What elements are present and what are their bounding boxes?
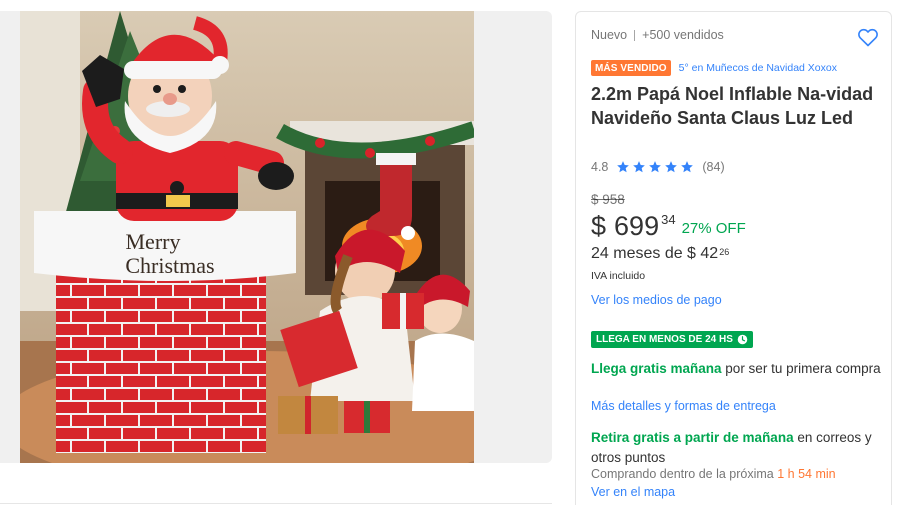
countdown-prefix: Comprando dentro de la próxima xyxy=(591,467,778,481)
star-icon xyxy=(681,161,694,173)
sold-count: +500 vendidos xyxy=(642,28,724,42)
condition-label: Nuevo xyxy=(591,28,628,42)
shipping-info: Llega gratis mañana por ser tu primera c… xyxy=(591,359,881,379)
rating-count: (84) xyxy=(702,160,725,174)
fast-delivery-badge: LLEGA EN MENOS DE 24 HS xyxy=(591,331,753,348)
delivery-details-link[interactable]: Más detalles y formas de entrega xyxy=(591,399,776,413)
product-title: 2.2m Papá Noel Inflable Na-vidad Navideñ… xyxy=(591,84,874,128)
installments-info: 24 meses de $ 42 26 xyxy=(591,245,729,263)
current-price: $ 699 34 27% OFF xyxy=(591,208,746,244)
star-icon xyxy=(617,161,630,173)
category-ranking-link[interactable]: 5° en Muñecos de Navidad Xoxox xyxy=(679,62,837,74)
star-icon xyxy=(665,161,678,173)
price-currency: $ xyxy=(591,211,607,241)
free-shipping-label: Llega gratis mañana xyxy=(591,361,722,376)
rating-score: 4.8 xyxy=(591,160,609,174)
product-image[interactable]: Merry Christmas xyxy=(20,11,474,463)
original-price: $ 958 xyxy=(591,192,625,207)
free-pickup-label: Retira gratis a partir de mañana xyxy=(591,430,794,445)
countdown-time: 1 h 54 min xyxy=(777,467,836,481)
payment-methods-link[interactable]: Ver los medios de pago xyxy=(591,293,722,307)
fast-delivery-text: LLEGA EN MENOS DE 24 HS xyxy=(596,334,733,345)
product-meta: Nuevo +500 vendidos xyxy=(591,28,724,42)
discount-label: 27% OFF xyxy=(681,220,746,237)
divider xyxy=(0,503,552,504)
meta-divider xyxy=(634,29,636,41)
installments-cents: 26 xyxy=(719,247,730,257)
product-info-panel: Nuevo +500 vendidos MÁS VENDIDO 5° en Mu… xyxy=(575,11,892,505)
heart-icon xyxy=(858,28,878,47)
clock-icon xyxy=(737,334,748,345)
image-text-christmas: Christmas xyxy=(125,253,214,278)
star-icon xyxy=(649,161,662,173)
installments-text: 24 meses de $ 42 xyxy=(591,245,719,262)
rating-summary[interactable]: 4.8 (84) xyxy=(591,160,725,174)
tax-note: IVA incluido xyxy=(591,270,646,282)
favorite-button[interactable] xyxy=(856,25,880,49)
pickup-info: Retira gratis a partir de mañana en corr… xyxy=(591,428,883,467)
price-amount: 699 xyxy=(614,211,660,241)
view-map-link[interactable]: Ver en el mapa xyxy=(591,485,675,499)
best-seller-badge: MÁS VENDIDO xyxy=(591,60,671,76)
product-page: Merry Christmas Nuevo +500 vendidos MÁS … xyxy=(0,0,911,505)
price-cents: 34 xyxy=(661,212,676,227)
badge-row: MÁS VENDIDO 5° en Muñecos de Navidad Xox… xyxy=(591,60,837,76)
purchase-countdown: Comprando dentro de la próxima 1 h 54 mi… xyxy=(591,467,836,481)
star-rating xyxy=(616,160,696,174)
free-shipping-rest: por ser tu primera compra xyxy=(721,361,881,376)
image-text-merry: Merry xyxy=(126,229,181,254)
star-icon xyxy=(633,161,646,173)
